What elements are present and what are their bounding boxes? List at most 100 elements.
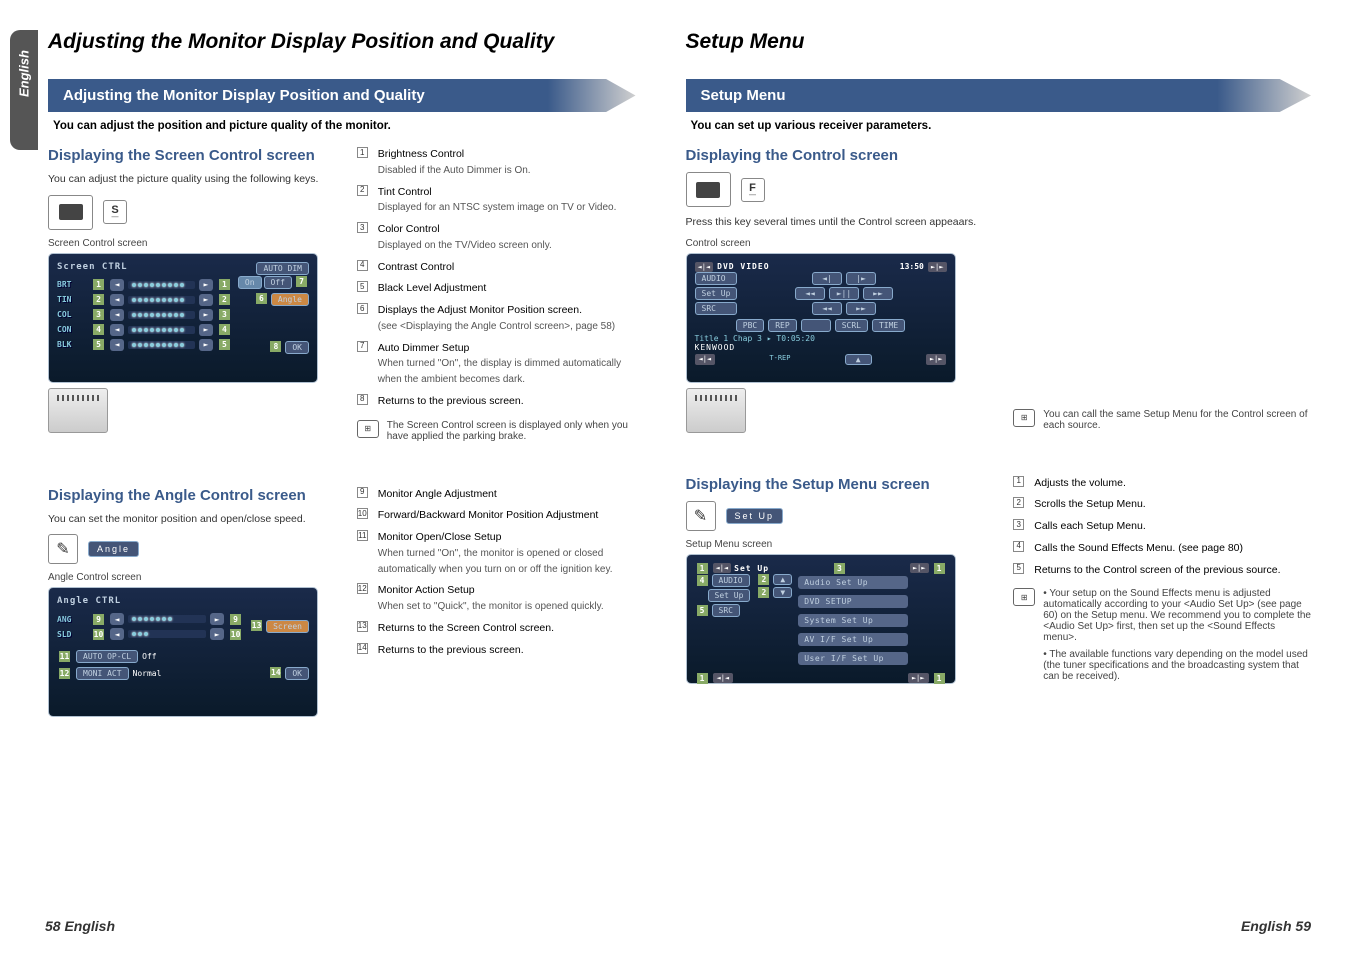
num-10: 10 (357, 508, 368, 519)
ctrl-setup-button: Set Up (695, 287, 738, 300)
note-text-1: The Screen Control screen is displayed o… (387, 420, 636, 442)
num-4: 4 (357, 260, 368, 271)
callout-r4: 4 (697, 575, 708, 586)
side-audio-button: AUDIO (712, 574, 750, 587)
callout-9b: 9 (230, 614, 241, 625)
device-icon-right (686, 172, 731, 207)
off-button: Off (264, 276, 292, 289)
screen-control-heading: Displaying the Screen Control screen (48, 147, 327, 164)
angle-icon: ✎ (48, 534, 78, 564)
left-arrow-icon: ◄ (110, 279, 124, 291)
device-icon (48, 195, 93, 230)
rnum-1: 1 (1013, 476, 1024, 487)
callout-3b: 3 (219, 309, 230, 320)
section-banner-right: Setup Menu (686, 79, 1312, 112)
page-footer-right: English 59 (1241, 918, 1311, 934)
callout-9a: 9 (93, 614, 104, 625)
left-arrow-icon-5: ◄ (110, 339, 124, 351)
control-screen-screenshot: ◄|◄ DVD VIDEO 13:50 ►|► AUDIO Set Up SRC (686, 253, 956, 383)
section-subtitle-right: You can set up various receiver paramete… (686, 120, 1312, 132)
auto-opcl-button: AUTO OP-CL (76, 650, 138, 663)
callout-r5: 5 (697, 605, 708, 616)
col-label: COL (57, 310, 87, 319)
callout-10b: 10 (230, 629, 241, 640)
trep-label: T-REP (769, 354, 790, 365)
note-icon: ⊞ (357, 420, 379, 438)
tin-label: TIN (57, 295, 87, 304)
callout-r2a: 2 (758, 574, 769, 585)
auto-dim-button: AUTO DIM (256, 262, 309, 275)
num-8: 8 (357, 394, 368, 405)
note-text-right-1: You can call the same Setup Menu for the… (1043, 409, 1311, 431)
setup-menu-screenshot: 1 ◄|◄ Set Up 3 ►|► 1 4AUDIO Se (686, 554, 956, 684)
callout-1b: 1 (219, 279, 230, 290)
menu-dvd-setup: DVD SETUP (798, 595, 908, 608)
setup-note-2: The available functions vary depending o… (1043, 649, 1308, 682)
sld-label: SLD (57, 630, 87, 639)
screen-label-screenctrl: Screen CTRL (57, 262, 128, 272)
callout-14: 14 (270, 667, 281, 678)
screen-control-desc-list: 1Brightness ControlDisabled if the Auto … (357, 147, 636, 410)
callout-1a: 1 (93, 279, 104, 290)
ok-button: OK (285, 341, 309, 354)
left-arrow-icon-sld: ◄ (110, 628, 124, 640)
page-title-left: Adjusting the Monitor Display Position a… (48, 30, 636, 54)
screen-button-angle: Screen (266, 620, 309, 633)
dvd-video-label: DVD VIDEO (717, 262, 769, 271)
angle-control-screenshot: Angle CTRL ANG 9 ◄ ► 9 (48, 587, 318, 717)
side-setup-button: Set Up (708, 589, 751, 602)
angle-control-body: You can set the monitor position and ope… (48, 512, 327, 527)
menu-user-setup: User I/F Set Up (798, 652, 908, 665)
right-arrow-icon-4: ► (199, 324, 213, 336)
callout-8: 8 (270, 341, 281, 352)
right-arrow-icon-5: ► (199, 339, 213, 351)
angle-control-desc-list: 9Monitor Angle Adjustment 10Forward/Back… (357, 487, 636, 659)
control-screen-body: Press this key several times until the C… (686, 215, 984, 230)
setup-note-1: Your setup on the Sound Effects menu is … (1043, 588, 1311, 643)
left-arrow-icon-4: ◄ (110, 324, 124, 336)
screen-label-anglectrl: Angle CTRL (57, 596, 121, 606)
section-banner-left: Adjusting the Monitor Display Position a… (48, 79, 636, 112)
right-arrow-icon-sld: ► (210, 628, 224, 640)
screenshot-label-3: Control screen (686, 238, 984, 249)
page-footer-left: 58 English (45, 918, 115, 934)
angle-control-heading: Displaying the Angle Control screen (48, 487, 327, 504)
callout-13: 13 (251, 620, 262, 631)
ctrl-src-button: SRC (695, 302, 738, 315)
left-arrow-icon-2: ◄ (110, 294, 124, 306)
rnum-3: 3 (1013, 519, 1024, 530)
language-tab: English (10, 30, 38, 150)
callout-5a: 5 (93, 339, 104, 350)
callout-2a: 2 (93, 294, 104, 305)
num-5: 5 (357, 281, 368, 292)
callout-5b: 5 (219, 339, 230, 350)
ang-label: ANG (57, 615, 87, 624)
s-key-button: S (103, 200, 127, 224)
rnum-4: 4 (1013, 541, 1024, 552)
callout-10a: 10 (93, 629, 104, 640)
setup-menu-heading: Displaying the Setup Menu screen (686, 476, 984, 493)
callout-r1a: 1 (697, 563, 708, 574)
brt-label: BRT (57, 280, 87, 289)
note-icon-right: ⊞ (1013, 409, 1035, 427)
setup-desc-list: 1Adjusts the volume. 2Scrolls the Setup … (1013, 476, 1311, 579)
right-arrow-icon-3: ► (199, 309, 213, 321)
num-1: 1 (357, 147, 368, 158)
blk-label: BLK (57, 340, 87, 349)
callout-4b: 4 (219, 324, 230, 335)
callout-12: 12 (59, 668, 70, 679)
screenshot-label-1: Screen Control screen (48, 238, 327, 249)
num-6: 6 (357, 303, 368, 314)
control-screen-heading: Displaying the Control screen (686, 147, 984, 164)
angle-button: Angle (271, 293, 309, 306)
callout-3a: 3 (93, 309, 104, 320)
callout-r2b: 2 (758, 587, 769, 598)
section-subtitle-left: You can adjust the position and picture … (48, 120, 636, 132)
f-key-button: F (741, 178, 765, 202)
rnum-2: 2 (1013, 497, 1024, 508)
side-src-button: SRC (712, 604, 740, 617)
screenshot-label-4: Setup Menu screen (686, 539, 984, 550)
pbc-button: PBC (736, 319, 764, 332)
callout-2b: 2 (219, 294, 230, 305)
on-button: On (238, 276, 262, 289)
